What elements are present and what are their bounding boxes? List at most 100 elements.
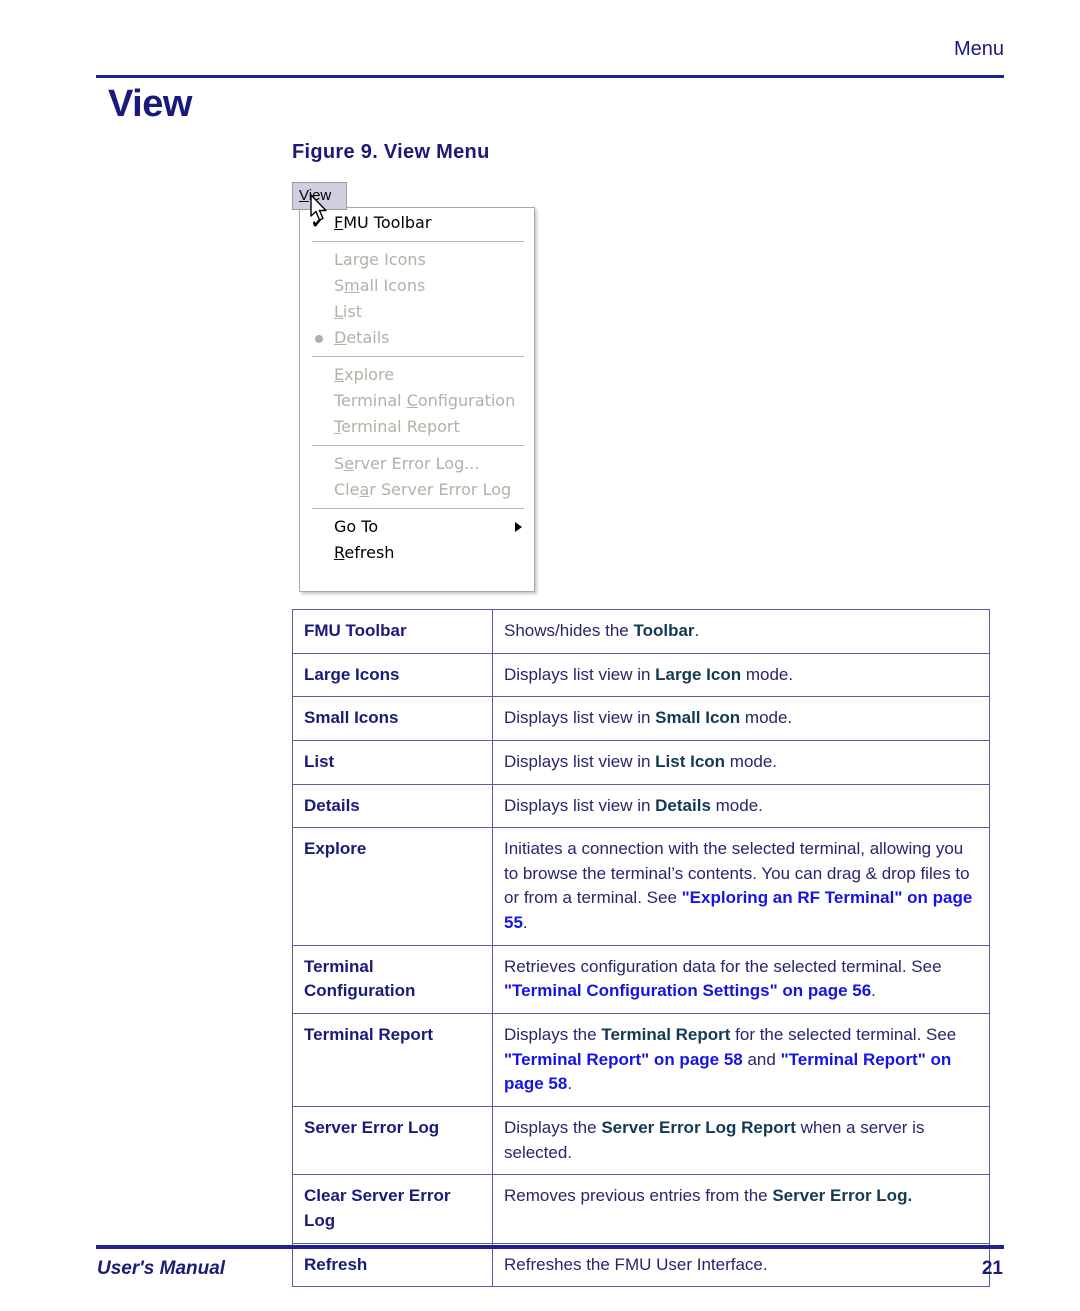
cross-reference-link[interactable]: "Terminal Report" on page 58 [504,1050,743,1069]
menu-item-small-icons[interactable]: Small Icons [300,273,534,299]
menu-item-list[interactable]: List [300,299,534,325]
menu-item-fmu-toolbar[interactable]: ✔ FMU Toolbar [300,210,534,236]
description-text: mode. [740,708,793,728]
menubar-view-button[interactable]: View [292,182,347,210]
menu-item-terminal-report[interactable]: Terminal Report [300,414,534,440]
description-text: mode. [725,751,778,771]
row-description: Displays list view in Large Icon mode. [492,652,990,698]
row-description: Displays the Server Error Log Report whe… [492,1105,990,1176]
description-text: Displays the [504,1117,602,1137]
menu-item-clear-server-error-log-prefix: Cle [334,480,360,499]
menu-item-server-error-log-prefix: S [334,454,345,473]
row-term: Explore [292,827,493,946]
table-row: FMU Toolbar Shows/hides the Toolbar. [292,609,990,654]
emphasis-term: Server Error Log Report [601,1117,796,1137]
menu-item-details-label: etails [346,328,390,347]
description-text: mode. [710,795,763,815]
description-text: . [871,981,876,1001]
table-row: Server Error Log Displays the Server Err… [292,1105,990,1176]
menu-separator [312,445,524,446]
emphasis-term: Details [655,795,711,815]
table-row: Small Icons Displays list view in Small … [292,696,990,741]
menu-item-explore-label: xplore [344,365,395,384]
view-menu-description-table: FMU Toolbar Shows/hides the Toolbar. Lar… [292,609,990,1288]
menu-item-terminal-report-label: erminal Report [341,417,460,436]
row-description: Displays list view in Small Icon mode. [492,696,990,741]
emphasis-term: Terminal Report [601,1025,731,1045]
table-row: Explore Initiates a connection with the … [292,827,990,946]
row-term: Large Icons [292,652,493,698]
menu-item-fmu-toolbar-label: MU Toolbar [343,213,432,232]
menu-item-large-icons-accel: g [359,250,370,269]
menu-item-server-error-log[interactable]: Server Error Log... [300,451,534,477]
footer-rule [96,1245,1004,1249]
menu-item-terminal-configuration-accel: C [406,391,418,410]
table-row: List Displays list view in List Icon mod… [292,739,990,785]
menu-item-go-to[interactable]: Go To [300,514,534,540]
header-rule [96,75,1004,78]
menu-item-refresh-accel: R [334,543,345,562]
table-row: Clear Server Error Log Removes previous … [292,1174,990,1244]
description-text: Displays list view in [504,708,656,728]
row-description: Displays the Terminal Report for the sel… [492,1013,990,1107]
menu-item-refresh-label: efresh [344,543,395,562]
menu-item-details[interactable]: Details [300,325,534,351]
row-term: Server Error Log [292,1105,493,1176]
menu-item-server-error-log-accel: e [344,454,354,473]
menu-item-large-icons[interactable]: Large Icons [300,247,534,273]
description-text: Displays list view in [504,664,656,684]
menubar-view-rest: iew [308,187,332,204]
row-term: Small Icons [292,696,493,741]
menu-item-go-to-label: Go To [334,517,379,536]
menu-item-small-icons-prefix: S [334,276,345,295]
menu-item-clear-server-error-log-label: r Server Error Log [369,480,512,499]
description-text: and [742,1049,781,1069]
menu-item-explore-accel: E [334,365,345,384]
menu-item-fmu-toolbar-accel: F [334,213,344,232]
menu-item-small-icons-accel: m [344,276,360,295]
row-term: FMU Toolbar [292,609,493,654]
menu-item-large-icons-label: e Icons [369,250,426,269]
description-text: Shows/hides the [504,621,634,640]
menu-item-list-accel: L [334,302,343,321]
radio-bullet-icon [315,335,323,343]
menu-item-refresh[interactable]: Refresh [300,540,534,566]
menu-item-terminal-configuration[interactable]: Terminal Configuration [300,388,534,414]
emphasis-term: List Icon [655,751,726,771]
row-description: Displays list view in Details mode. [492,783,990,829]
table-body: FMU Toolbar Shows/hides the Toolbar. Lar… [292,609,990,1288]
view-menu-screenshot: View ✔ FMU Toolbar Large Icons Small Icon… [292,182,536,594]
menu-item-clear-server-error-log[interactable]: Clear Server Error Log [300,477,534,503]
description-text: . [694,621,700,640]
emphasis-term: Server Error Log. [772,1186,913,1206]
menu-item-terminal-report-accel: T [334,417,342,436]
row-description: Displays list view in List Icon mode. [492,739,990,785]
cross-reference-link[interactable]: "Terminal Configuration Settings" on pag… [504,981,871,1000]
table-row: Terminal Configuration Retrieves configu… [292,944,990,1015]
description-text: Displays list view in [504,751,656,771]
footer-manual-label: User's Manual [97,1258,226,1279]
menu-item-explore[interactable]: Explore [300,362,534,388]
description-text: Displays list view in [504,795,656,815]
menu-item-terminal-configuration-prefix: Terminal [334,391,407,410]
description-text: Removes previous entries from the [504,1186,773,1206]
view-dropdown-menu[interactable]: ✔ FMU Toolbar Large Icons Small Icons Lis… [299,207,535,592]
row-description: Removes previous entries from the Server… [492,1174,990,1244]
row-description: Retrieves configuration data for the sel… [492,944,990,1015]
table-row: Terminal Report Displays the Terminal Re… [292,1013,990,1107]
table-row: Details Displays list view in Details mo… [292,783,990,829]
submenu-arrow-icon [515,522,522,532]
row-term: Terminal Configuration [292,944,493,1015]
description-text: Retrieves configuration data for the sel… [504,956,942,976]
emphasis-term: Small Icon [655,708,741,728]
menu-item-list-label: ist [342,302,362,321]
menu-item-clear-server-error-log-accel: a [359,480,370,499]
menu-item-large-icons-prefix: Lar [334,250,360,269]
checkmark-icon: ✔ [311,213,326,233]
description-text: mode. [741,664,794,684]
row-term: Clear Server Error Log [292,1174,493,1244]
page-header: Menu [96,38,1004,80]
figure-caption: Figure 9. View Menu [292,141,490,163]
menu-separator [312,241,524,242]
menubar-view-accel: V [299,187,309,204]
